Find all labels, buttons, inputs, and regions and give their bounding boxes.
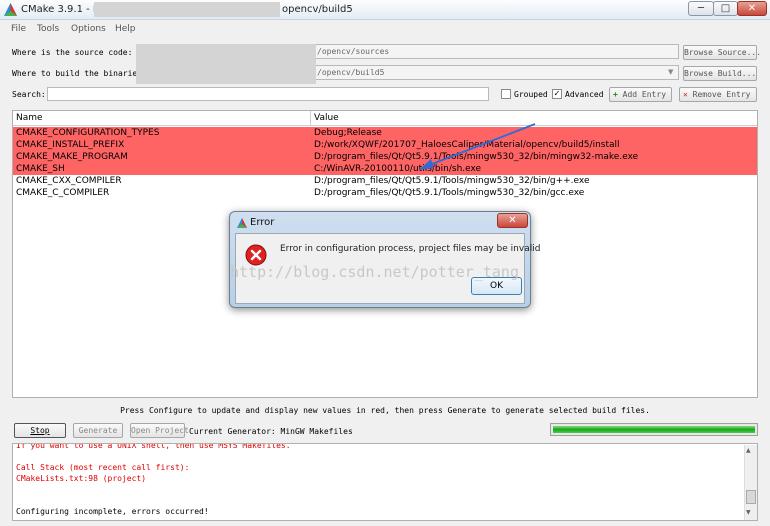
redacted-area [94, 2, 280, 17]
scroll-down-icon[interactable]: ▼ [746, 509, 751, 516]
cell-name: CMAKE_INSTALL_PREFIX [16, 140, 125, 150]
grouped-label: Grouped [514, 90, 548, 99]
table-row[interactable]: CMAKE_CONFIGURATION_TYPES Debug;Release [13, 127, 757, 139]
dialog-title: Error [250, 217, 275, 228]
stop-button[interactable]: Stop [14, 423, 66, 438]
cell-name: CMAKE_CONFIGURATION_TYPES [16, 128, 160, 138]
cmake-logo-icon [4, 3, 17, 16]
grouped-checkbox[interactable] [501, 89, 511, 99]
scroll-up-icon[interactable]: ▲ [746, 447, 751, 454]
search-label: Search: [12, 90, 46, 99]
configure-hint: Press Configure to update and display ne… [120, 406, 650, 415]
cmake-logo-icon [237, 218, 247, 228]
progress-bar [550, 423, 758, 436]
log-output[interactable]: If you want to use a UNIX shell, then us… [12, 443, 758, 521]
log-line: If you want to use a UNIX shell, then us… [16, 443, 291, 450]
menu-file[interactable]: File [11, 24, 26, 34]
menu-help[interactable]: Help [115, 24, 136, 34]
cell-value[interactable]: Debug;Release [314, 127, 382, 139]
menu-options[interactable]: Options [71, 24, 106, 34]
column-header-name[interactable]: Name [16, 113, 43, 123]
column-header-value[interactable]: Value [314, 113, 339, 123]
dialog-close-button[interactable]: ✕ [497, 213, 528, 228]
maximize-button[interactable]: □ [713, 1, 738, 16]
minimize-button[interactable]: ─ [688, 1, 714, 16]
scroll-thumb[interactable] [746, 490, 756, 504]
search-input[interactable] [47, 87, 489, 101]
log-line: Configuring incomplete, errors occurred! [16, 507, 209, 516]
advanced-checkbox[interactable]: ✓ [552, 89, 562, 99]
cell-name: CMAKE_SH [16, 164, 65, 174]
generate-button[interactable]: Generate [73, 423, 123, 438]
cell-name: CMAKE_MAKE_PROGRAM [16, 152, 128, 162]
remove-icon: ✕ [683, 90, 688, 99]
menu-bar: File Tools Options Help [0, 21, 770, 38]
progress-fill [553, 426, 755, 433]
build-label: Where to build the binaries: [12, 69, 147, 78]
table-row[interactable]: CMAKE_INSTALL_PREFIX D:/work/XQWF/201707_… [13, 139, 757, 151]
table-row[interactable]: CMAKE_CXX_COMPILER D:/program_files/Qt/Qt… [13, 175, 757, 187]
annotation-arrow-icon [419, 123, 536, 170]
menu-tools[interactable]: Tools [37, 24, 59, 34]
plus-icon: + [613, 90, 618, 99]
title-bar[interactable]: CMake 3.9.1 - D opencv/build5 ─ □ ✕ [0, 0, 770, 20]
window-title: CMake 3.9.1 - D [21, 4, 101, 15]
advanced-label: Advanced [565, 90, 604, 99]
source-label: Where is the source code: [12, 48, 133, 57]
add-entry-button[interactable]: + Add Entry [609, 87, 672, 102]
log-line: CMakeLists.txt:98 (project) [16, 474, 147, 483]
table-row[interactable]: CMAKE_MAKE_PROGRAM D:/program_files/Qt/Qt… [13, 151, 757, 163]
close-button[interactable]: ✕ [737, 1, 767, 16]
watermark-text: http://blog.csdn.net/potter_tang [230, 263, 519, 281]
dialog-message: Error in configuration process, project … [280, 244, 541, 254]
cell-value[interactable]: D:/program_files/Qt/Qt5.9.1/Tools/mingw5… [314, 187, 584, 199]
remove-entry-label: Remove Entry [692, 90, 751, 99]
cell-name: CMAKE_C_COMPILER [16, 188, 110, 198]
table-header: Name Value [13, 111, 757, 126]
window-title-suffix: opencv/build5 [282, 4, 353, 15]
open-project-button[interactable]: Open Project [130, 423, 189, 438]
table-row[interactable]: CMAKE_SH C:/WinAVR-20100110/utils/bin/sh.… [13, 163, 757, 175]
current-generator: Current Generator: MinGW Makefiles [189, 427, 353, 436]
add-entry-label: Add Entry [622, 90, 667, 99]
remove-entry-button[interactable]: ✕ Remove Entry [679, 87, 757, 102]
browse-build-button[interactable]: Browse Build... [683, 66, 757, 81]
browse-source-button[interactable]: Browse Source... [683, 45, 761, 60]
cell-name: CMAKE_CXX_COMPILER [16, 176, 122, 186]
chevron-down-icon[interactable]: ▼ [668, 68, 673, 76]
log-line: Call Stack (most recent call first): [16, 463, 190, 472]
table-row[interactable]: CMAKE_C_COMPILER D:/program_files/Qt/Qt5.… [13, 187, 757, 199]
column-divider[interactable] [310, 111, 311, 126]
error-dialog[interactable]: Error ✕ Error in configuration process, … [229, 211, 540, 308]
redacted-area [136, 44, 316, 84]
log-scrollbar[interactable]: ▲ ▼ [744, 445, 757, 520]
